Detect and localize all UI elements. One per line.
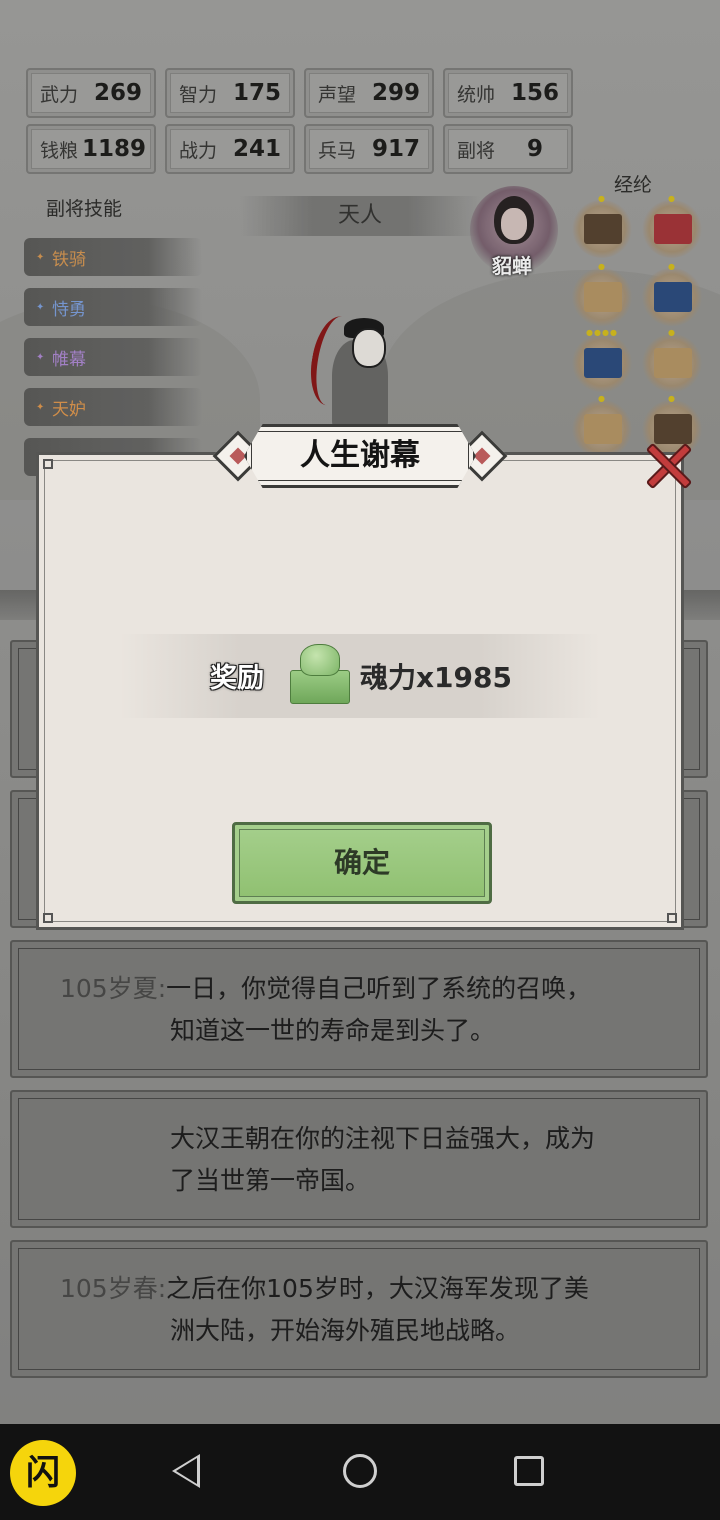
- jade-seal-icon: [288, 642, 352, 706]
- recent-apps-icon[interactable]: [514, 1456, 544, 1486]
- dialog-corner: [667, 913, 677, 923]
- dialog-title-frame: 人生谢幕: [212, 418, 508, 496]
- dialog-title: 人生谢幕: [244, 424, 476, 488]
- back-icon[interactable]: [172, 1454, 200, 1488]
- dialog-corner: [43, 913, 53, 923]
- close-button[interactable]: [640, 438, 696, 494]
- game-screen: 武力 269 智力 175 声望 299 统帅 156 钱粮 1189 战力 241 兵马 9…: [0, 0, 720, 1424]
- confirm-button[interactable]: 确定: [232, 822, 492, 904]
- seal-knob: [300, 644, 340, 676]
- dialog-corner: [43, 459, 53, 469]
- app-shortcut-icon[interactable]: 闪: [10, 1440, 76, 1506]
- system-nav-bar: 闪: [0, 1424, 720, 1520]
- reward-label: 奖励: [210, 663, 264, 694]
- home-icon[interactable]: [343, 1454, 377, 1488]
- reward-amount: 魂力x1985: [360, 661, 512, 694]
